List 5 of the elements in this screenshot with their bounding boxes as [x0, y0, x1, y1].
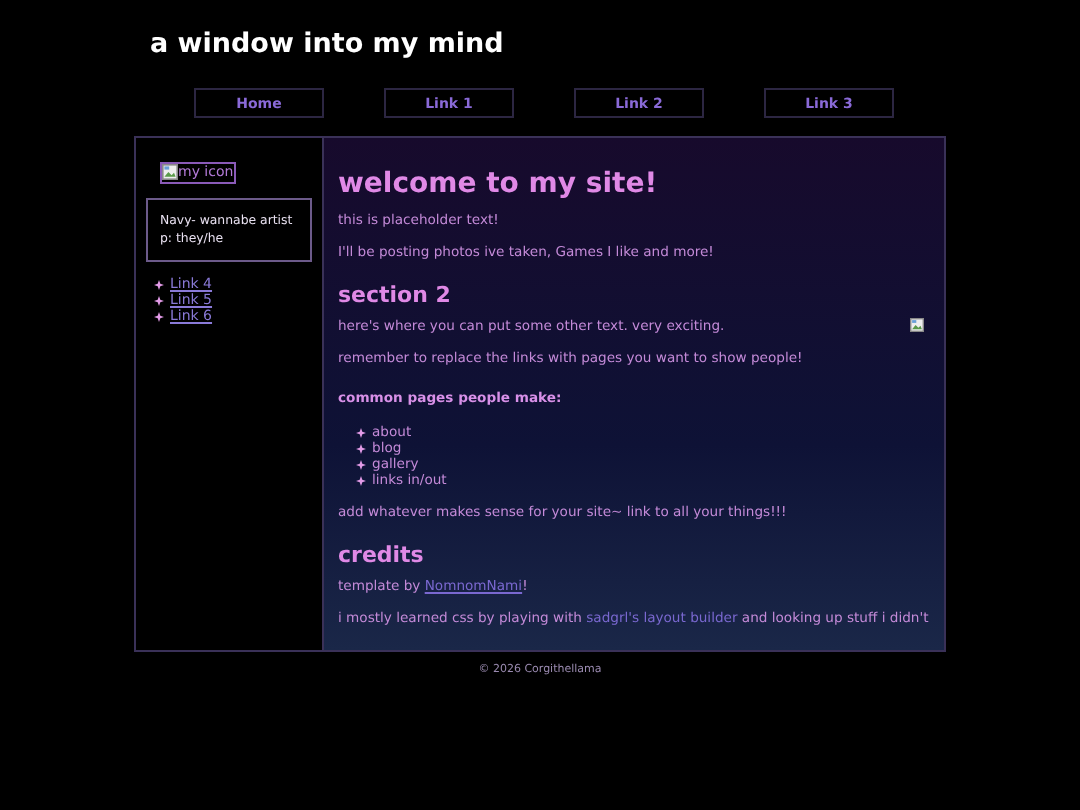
- section-heading: section 2: [338, 282, 453, 310]
- site-title: a window into my mind: [148, 26, 506, 62]
- page-heading: welcome to my site!: [338, 168, 660, 200]
- section-heading: credits: [338, 542, 426, 570]
- broken-image-icon: [162, 164, 178, 180]
